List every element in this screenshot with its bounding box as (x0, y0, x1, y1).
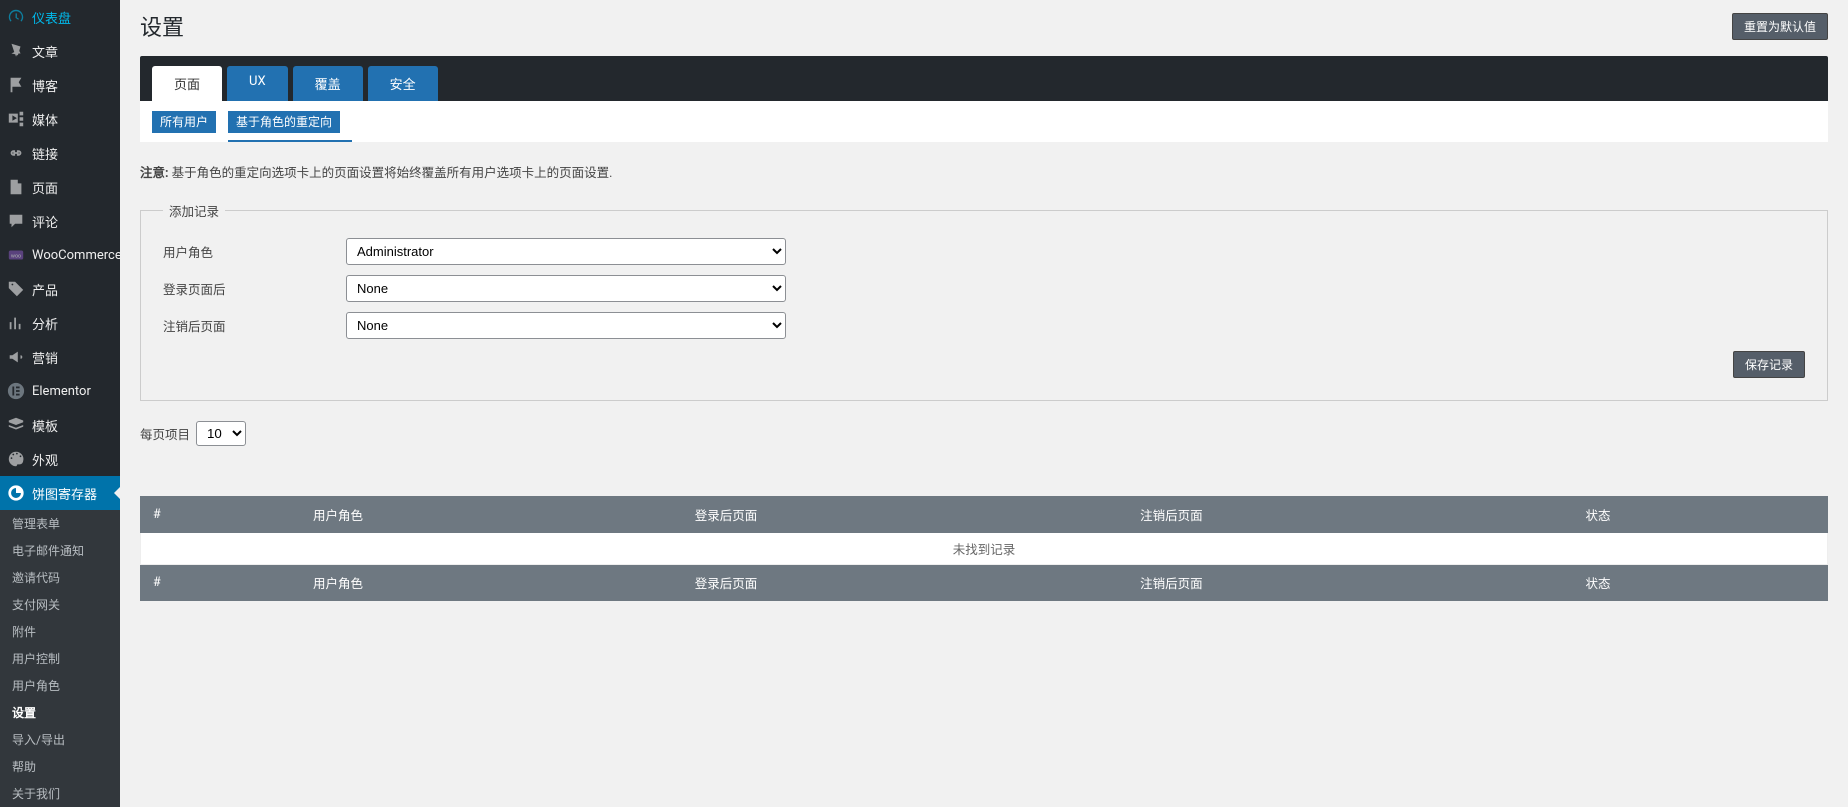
notice-text: 注意: 基于角色的重定向选项卡上的页面设置将始终覆盖所有用户选项卡上的页面设置. (140, 162, 1828, 181)
select-after-login[interactable]: None (346, 275, 786, 302)
page-icon (6, 177, 26, 197)
sidebar-label: Elementor (32, 384, 91, 399)
template-icon (6, 415, 26, 435)
tab-override[interactable]: 覆盖 (293, 66, 363, 101)
sidebar-label: WooCommerce (32, 248, 122, 263)
sidebar-item-dashboard[interactable]: 仪表盘 (0, 0, 120, 34)
submenu-manage-forms[interactable]: 管理表单 (0, 510, 120, 537)
sidebar-label: 产品 (32, 280, 58, 299)
sidebar-label: 页面 (32, 178, 58, 197)
sidebar-item-posts[interactable]: 文章 (0, 34, 120, 68)
submenu-email-notify[interactable]: 电子邮件通知 (0, 537, 120, 564)
sidebar-label: 文章 (32, 42, 58, 61)
svg-text:woo: woo (11, 254, 21, 260)
flag-icon (6, 75, 26, 95)
reset-defaults-button[interactable]: 重置为默认值 (1732, 13, 1828, 40)
tf-role: 用户角色 (301, 565, 683, 601)
sidebar-item-media[interactable]: 媒体 (0, 102, 120, 136)
appearance-icon (6, 449, 26, 469)
woo-icon: woo (6, 245, 26, 265)
th-index[interactable]: # (141, 497, 301, 533)
subtabs-container: 所有用户 基于角色的重定向 (140, 101, 1828, 142)
comment-icon (6, 211, 26, 231)
label-after-login: 登录页面后 (163, 279, 346, 298)
sidebar-label: 博客 (32, 76, 58, 95)
select-user-role[interactable]: Administrator (346, 238, 786, 265)
submenu-attachments[interactable]: 附件 (0, 618, 120, 645)
submenu-help[interactable]: 帮助 (0, 753, 120, 780)
page-title: 设置 (140, 10, 184, 42)
notice-body: 基于角色的重定向选项卡上的页面设置将始终覆盖所有用户选项卡上的页面设置. (169, 166, 613, 181)
label-user-role: 用户角色 (163, 242, 346, 261)
items-per-label: 每页项目 (140, 424, 190, 443)
sidebar-label: 分析 (32, 314, 58, 333)
sidebar-item-analytics[interactable]: 分析 (0, 306, 120, 340)
submenu-user-control[interactable]: 用户控制 (0, 645, 120, 672)
sidebar-item-marketing[interactable]: 营销 (0, 340, 120, 374)
marketing-icon (6, 347, 26, 367)
submenu-user-roles[interactable]: 用户角色 (0, 672, 120, 699)
pie-icon (6, 483, 26, 503)
label-after-logout: 注销后页面 (163, 316, 346, 335)
sidebar-item-pages[interactable]: 页面 (0, 170, 120, 204)
tab-security[interactable]: 安全 (368, 66, 438, 101)
th-login-page[interactable]: 登录后页面 (682, 497, 1127, 533)
sidebar-submenu: 管理表单 电子邮件通知 邀请代码 支付网关 附件 用户控制 用户角色 设置 导入… (0, 510, 120, 807)
tf-status: 状态 (1573, 565, 1828, 601)
sidebar-label: 仪表盘 (32, 8, 71, 27)
fieldset-legend: 添加记录 (163, 201, 225, 220)
sidebar-item-pieregister[interactable]: 饼图寄存器 (0, 476, 120, 510)
submenu-settings[interactable]: 设置 (0, 699, 120, 726)
tabs-container: 页面 UX 覆盖 安全 (140, 56, 1828, 101)
submenu-about[interactable]: 关于我们 (0, 780, 120, 807)
main-content: 设置 重置为默认值 页面 UX 覆盖 安全 所有用户 基于角色的重定向 注意: … (120, 0, 1848, 807)
submenu-import-export[interactable]: 导入/导出 (0, 726, 120, 753)
sidebar-label: 媒体 (32, 110, 58, 129)
dashboard-icon (6, 7, 26, 27)
pin-icon (6, 41, 26, 61)
sidebar-label: 模板 (32, 416, 58, 435)
sidebar-item-elementor[interactable]: Elementor (0, 374, 120, 408)
analytics-icon (6, 313, 26, 333)
subtab-role-redirect[interactable]: 基于角色的重定向 (228, 111, 340, 133)
sidebar-label: 外观 (32, 450, 58, 469)
items-per-select[interactable]: 10 (196, 421, 246, 446)
sidebar-item-links[interactable]: 链接 (0, 136, 120, 170)
save-record-button[interactable]: 保存记录 (1733, 351, 1805, 378)
submenu-invitation-codes[interactable]: 邀请代码 (0, 564, 120, 591)
link-icon (6, 143, 26, 163)
th-status[interactable]: 状态 (1573, 497, 1828, 533)
sidebar-item-products[interactable]: 产品 (0, 272, 120, 306)
tf-index: # (141, 565, 301, 601)
sidebar-item-woocommerce[interactable]: woo WooCommerce (0, 238, 120, 272)
product-icon (6, 279, 26, 299)
sidebar-item-comments[interactable]: 评论 (0, 204, 120, 238)
media-icon (6, 109, 26, 129)
notice-bold: 注意: (140, 166, 169, 181)
add-record-fieldset: 添加记录 用户角色 Administrator 登录页面后 None 注销后页面… (140, 201, 1828, 401)
tab-pages[interactable]: 页面 (152, 66, 222, 101)
th-logout-page[interactable]: 注销后页面 (1128, 497, 1573, 533)
submenu-payment-gateway[interactable]: 支付网关 (0, 591, 120, 618)
tab-ux[interactable]: UX (227, 66, 288, 101)
subtab-all-users[interactable]: 所有用户 (152, 111, 216, 133)
sidebar-label: 链接 (32, 144, 58, 163)
elementor-icon (6, 381, 26, 401)
th-role[interactable]: 用户角色 (301, 497, 683, 533)
sidebar-label: 饼图寄存器 (32, 484, 97, 503)
sidebar-item-appearance[interactable]: 外观 (0, 442, 120, 476)
tf-login-page: 登录后页面 (682, 565, 1127, 601)
sidebar-item-blog[interactable]: 博客 (0, 68, 120, 102)
sidebar-label: 评论 (32, 212, 58, 231)
tf-logout-page: 注销后页面 (1128, 565, 1573, 601)
sidebar-item-templates[interactable]: 模板 (0, 408, 120, 442)
select-after-logout[interactable]: None (346, 312, 786, 339)
admin-sidebar: 仪表盘 文章 博客 媒体 链接 页面 评论 woo WooCommerce (0, 0, 120, 807)
table-empty-message: 未找到记录 (141, 533, 1828, 565)
sidebar-label: 营销 (32, 348, 58, 367)
records-table: # 用户角色 登录后页面 注销后页面 状态 未找到记录 # 用户角色 登录后页面 (140, 496, 1828, 601)
